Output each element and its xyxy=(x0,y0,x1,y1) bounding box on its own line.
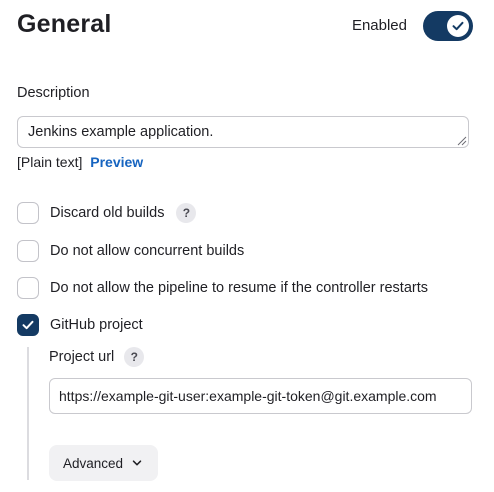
github-project-checkbox[interactable] xyxy=(17,314,39,336)
advanced-label: Advanced xyxy=(63,455,124,471)
chevron-down-icon xyxy=(131,457,143,469)
github-project-label: GitHub project xyxy=(50,317,143,333)
description-textarea[interactable]: Jenkins example application. xyxy=(17,116,469,148)
format-label: [Plain text] xyxy=(17,154,83,170)
help-icon[interactable]: ? xyxy=(124,347,145,367)
section-header: General Enabled xyxy=(17,8,477,48)
no-concurrent-builds-checkbox[interactable] xyxy=(17,240,39,262)
preview-link[interactable]: Preview xyxy=(90,154,143,170)
check-icon xyxy=(22,320,34,330)
description-label: Description xyxy=(17,85,90,101)
project-url-label: Project url xyxy=(49,349,115,365)
help-icon[interactable]: ? xyxy=(176,203,197,223)
enabled-label: Enabled xyxy=(351,17,407,34)
resize-grip-icon[interactable] xyxy=(456,135,467,146)
no-concurrent-builds-label: Do not allow concurrent builds xyxy=(50,243,245,259)
advanced-button[interactable]: Advanced xyxy=(49,445,158,481)
option-no-resume: Do not allow the pipeline to resume if t… xyxy=(17,276,428,300)
nested-indent-line xyxy=(27,347,29,480)
project-url-input[interactable] xyxy=(49,378,472,414)
check-icon xyxy=(452,21,464,31)
description-value: Jenkins example application. xyxy=(28,124,214,140)
page-title: General xyxy=(17,10,112,38)
enabled-toggle[interactable] xyxy=(423,11,473,41)
project-url-label-row: Project url ? xyxy=(49,346,145,368)
option-no-concurrent-builds: Do not allow concurrent builds xyxy=(17,239,244,263)
option-discard-old-builds: Discard old builds ? xyxy=(17,201,197,225)
option-github-project: GitHub project xyxy=(17,313,143,337)
toggle-knob xyxy=(447,15,469,37)
discard-old-builds-label: Discard old builds xyxy=(50,205,165,221)
no-resume-label: Do not allow the pipeline to resume if t… xyxy=(50,280,428,296)
discard-old-builds-checkbox[interactable] xyxy=(17,202,39,224)
format-row: [Plain text] Preview xyxy=(17,154,143,170)
no-resume-checkbox[interactable] xyxy=(17,277,39,299)
